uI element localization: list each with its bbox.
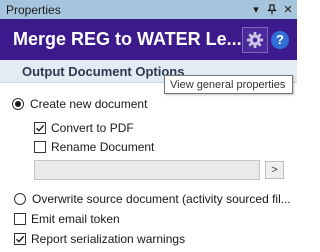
activity-title: Merge REG to WATER Le... <box>13 29 242 49</box>
convert-pdf-checkbox[interactable] <box>34 122 46 134</box>
properties-titlebar: Properties ▾ ✕ <box>0 0 297 19</box>
gear-icon <box>246 31 264 48</box>
overwrite-option[interactable]: Overwrite source document (activity sour… <box>14 192 291 206</box>
emit-email-checkbox[interactable] <box>14 213 26 225</box>
emit-email-label: Emit email token <box>31 212 120 226</box>
report-warnings-option[interactable]: Report serialization warnings <box>14 232 185 246</box>
report-warnings-label: Report serialization warnings <box>31 232 186 246</box>
activity-header: Merge REG to WATER Le... ? <box>0 19 297 60</box>
create-new-radio[interactable] <box>12 98 24 110</box>
tooltip: View general properties <box>164 75 293 94</box>
help-button[interactable]: ? <box>271 30 289 49</box>
rename-label: Rename Document <box>51 140 155 154</box>
convert-pdf-option[interactable]: Convert to PDF <box>34 121 134 135</box>
panel-title: Properties <box>6 2 61 17</box>
settings-button[interactable] <box>242 26 268 53</box>
browse-button[interactable]: > <box>265 161 284 179</box>
rename-checkbox[interactable] <box>34 141 46 153</box>
dropdown-arrow-icon[interactable]: ▾ <box>249 2 263 18</box>
create-new-label: Create new document <box>30 97 148 111</box>
rename-input[interactable] <box>34 160 260 180</box>
close-icon[interactable]: ✕ <box>281 2 295 18</box>
overwrite-radio[interactable] <box>14 193 26 205</box>
convert-pdf-label: Convert to PDF <box>51 121 134 135</box>
section-title: Output Document Options <box>22 63 185 79</box>
report-warnings-checkbox[interactable] <box>14 233 26 245</box>
emit-email-option[interactable]: Emit email token <box>14 212 120 226</box>
pin-icon[interactable] <box>265 2 279 18</box>
create-new-option[interactable]: Create new document <box>12 97 147 111</box>
rename-option[interactable]: Rename Document <box>34 140 154 154</box>
overwrite-label: Overwrite source document (activity sour… <box>32 192 291 206</box>
